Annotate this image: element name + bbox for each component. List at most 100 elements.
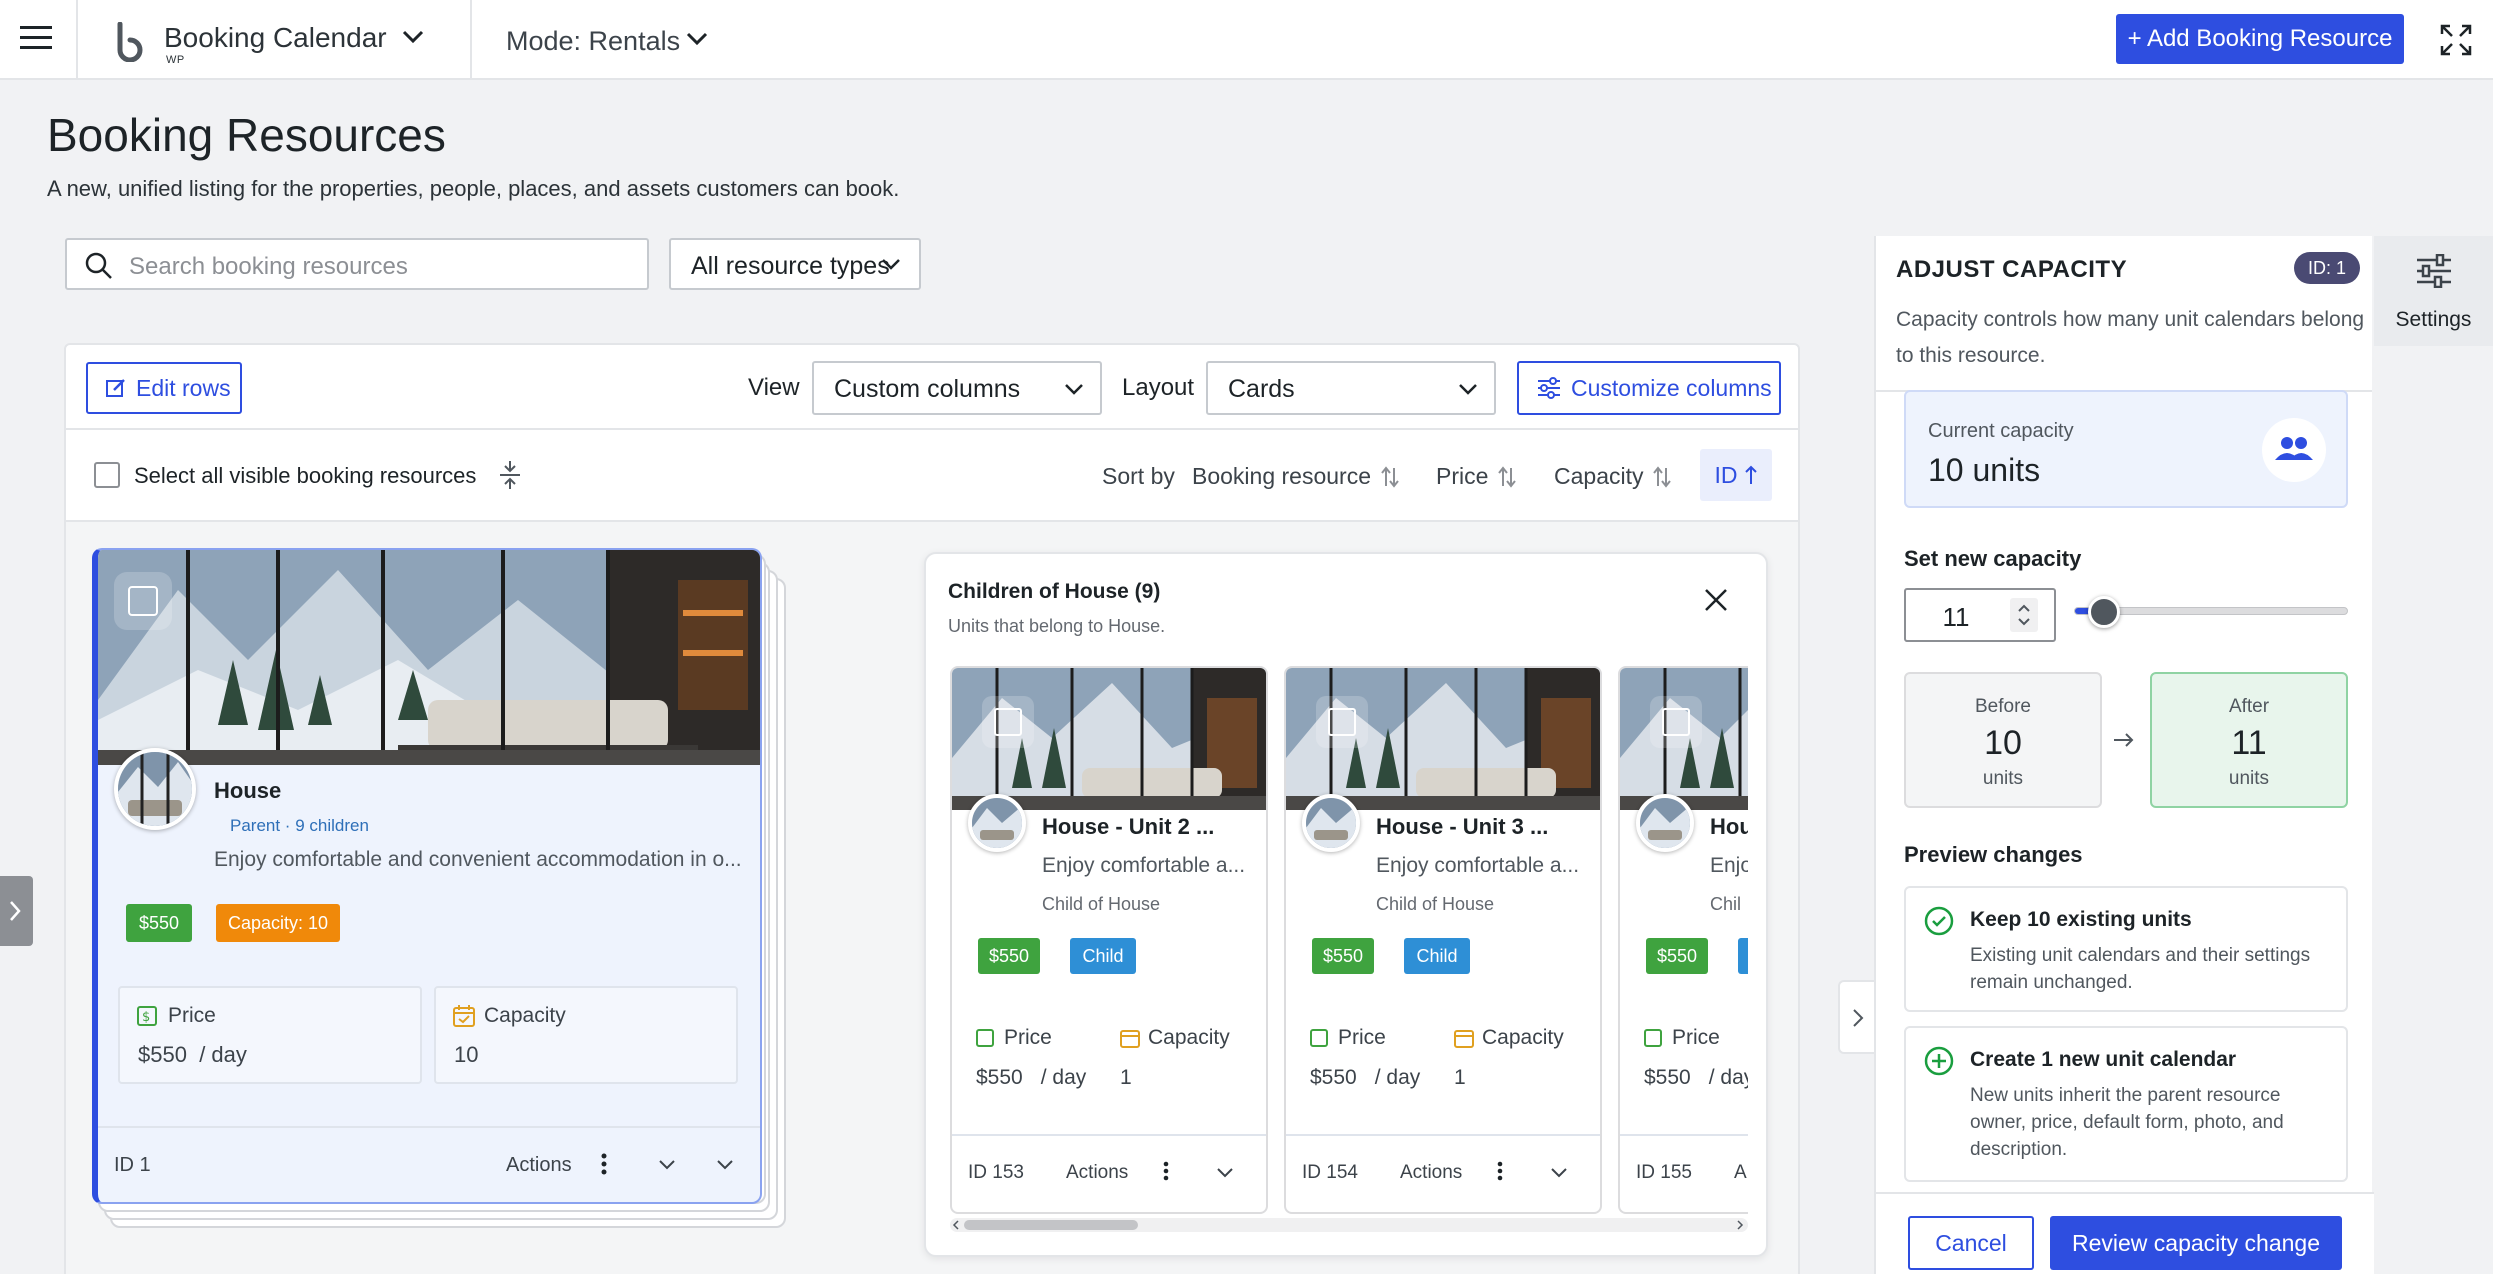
child-parent-label: Child of House xyxy=(1376,894,1495,914)
card-select-checkbox[interactable] xyxy=(128,586,158,616)
after-label: After xyxy=(2228,696,2270,717)
keep-units-title: Keep 10 existing units xyxy=(1970,908,2192,931)
price-amount: $550 xyxy=(1644,1066,1691,1089)
edit-rows-label: Edit rows xyxy=(136,374,231,401)
view-label: View xyxy=(748,374,800,401)
expand-card-icon[interactable] xyxy=(716,1159,734,1171)
capacity-label: Capacity xyxy=(1482,1026,1564,1049)
more-vertical-icon[interactable] xyxy=(1496,1160,1504,1182)
page-title: Booking Resources xyxy=(47,109,446,161)
child-id: ID 154 xyxy=(1302,1162,1358,1183)
resource-type-select[interactable]: All resource types xyxy=(669,238,921,290)
settings-label: Settings xyxy=(2395,308,2472,331)
expand-icon[interactable] xyxy=(2440,24,2472,56)
child-title[interactable]: Hou xyxy=(1710,814,1748,840)
child-card[interactable]: Hou Enjo Chil $550 Price $550 / day ID 15… xyxy=(1618,666,1748,1214)
more-vertical-icon[interactable] xyxy=(1162,1160,1170,1182)
child-select-checkbox[interactable] xyxy=(994,708,1022,736)
price-label: Price xyxy=(1004,1026,1052,1049)
actions-label[interactable]: Actions xyxy=(1400,1162,1462,1184)
divider xyxy=(952,1134,1266,1136)
create-unit-text: New units inherit the parent resource ow… xyxy=(1970,1085,2284,1160)
close-icon[interactable] xyxy=(1704,588,1728,612)
capacity-input-value: 11 xyxy=(1942,602,1970,632)
settings-tab[interactable]: Settings xyxy=(2374,236,2493,346)
actions-label[interactable]: Actions xyxy=(506,1154,572,1177)
app-title[interactable]: Booking Calendar xyxy=(164,22,387,54)
chevron-down-icon xyxy=(1458,383,1478,395)
hamburger-icon[interactable] xyxy=(20,24,52,52)
left-panel-toggle[interactable] xyxy=(0,876,33,946)
price-unit: / day xyxy=(199,1042,247,1067)
capacity-number-input[interactable]: 11 xyxy=(1904,588,2056,642)
before-unit: units xyxy=(1982,768,2024,789)
child-title[interactable]: House - Unit 3 ... xyxy=(1376,814,1548,840)
capacity-slider-thumb[interactable] xyxy=(2088,596,2120,628)
arrow-up-icon xyxy=(1744,465,1758,485)
search-placeholder: Search booking resources xyxy=(129,253,408,280)
side-panel-collapse-toggle[interactable] xyxy=(1838,980,1876,1054)
child-title[interactable]: House - Unit 2 ... xyxy=(1042,814,1214,840)
scroll-left-icon[interactable] xyxy=(952,1220,960,1230)
price-stat-label: Price xyxy=(976,1026,1052,1050)
chevron-down-icon[interactable] xyxy=(686,32,708,46)
card-meta: Parent · 9 children xyxy=(230,816,369,835)
scroll-right-icon[interactable] xyxy=(1736,1220,1744,1230)
sort-arrows-icon xyxy=(1381,465,1399,488)
search-input[interactable]: Search booking resources xyxy=(65,238,649,290)
edit-rows-button[interactable]: Edit rows xyxy=(86,362,242,414)
before-label: Before xyxy=(1975,696,2031,717)
mode-selector[interactable]: Mode: Rentals xyxy=(506,26,680,57)
create-unit-preview: Create 1 new unit calendar New units inh… xyxy=(1904,1026,2348,1182)
select-all-checkbox[interactable] xyxy=(94,462,120,488)
actions-label[interactable]: Actions xyxy=(1066,1162,1128,1184)
scrollbar-thumb[interactable] xyxy=(964,1220,1138,1230)
price-unit: / day xyxy=(1708,1066,1748,1089)
sort-id[interactable]: ID xyxy=(1700,449,1772,501)
more-vertical-icon[interactable] xyxy=(600,1152,608,1176)
add-booking-resource-button[interactable]: + Add Booking Resource xyxy=(2116,14,2404,64)
after-value: 11 xyxy=(2231,724,2267,762)
keep-units-preview: Keep 10 existing units Existing unit cal… xyxy=(1904,886,2348,1012)
child-select-checkbox[interactable] xyxy=(1662,708,1690,736)
sort-by-label: Sort by xyxy=(1102,463,1175,489)
collapse-rows-icon[interactable] xyxy=(498,460,522,490)
sort-price[interactable]: Price xyxy=(1436,463,1517,490)
child-select-checkbox[interactable] xyxy=(1328,708,1356,736)
price-amount: $550 xyxy=(1310,1066,1357,1089)
resource-card-house[interactable]: House Parent · 9 children Enjoy comforta… xyxy=(92,548,762,1204)
select-all-label: Select all visible booking resources xyxy=(134,463,477,488)
svg-text:$: $ xyxy=(142,1010,150,1025)
before-value: 10 xyxy=(1984,724,2022,762)
cancel-button[interactable]: Cancel xyxy=(1908,1216,2034,1270)
chevron-down-icon[interactable] xyxy=(658,1159,676,1171)
panel-description: Capacity controls how many unit calendar… xyxy=(1896,308,2365,367)
top-bar: Booking Calendar WP Mode: Rentals + Add … xyxy=(0,0,2493,80)
chevron-down-icon[interactable] xyxy=(1216,1167,1234,1179)
panel-footer: Cancel Review capacity change xyxy=(1876,1192,2374,1274)
child-badge: Child xyxy=(1070,938,1136,974)
sort-capacity[interactable]: Capacity xyxy=(1554,463,1672,490)
chevron-down-icon[interactable] xyxy=(402,30,424,44)
before-capacity-card: Before 10 units xyxy=(1904,672,2102,808)
layout-select[interactable]: Cards xyxy=(1206,361,1496,415)
page-subtitle: A new, unified listing for the propertie… xyxy=(47,176,900,201)
price-label: Price xyxy=(168,1004,216,1027)
review-capacity-change-button[interactable]: Review capacity change xyxy=(2050,1216,2342,1270)
price-badge: $550 xyxy=(1312,938,1374,974)
capacity-value: 10 xyxy=(454,1042,479,1067)
number-stepper[interactable] xyxy=(2010,598,2038,632)
sort-booking-resource[interactable]: Booking resource xyxy=(1192,463,1399,490)
customize-columns-button[interactable]: Customize columns xyxy=(1517,361,1781,415)
price-value: $550 / day xyxy=(1644,1066,1748,1090)
chevron-down-icon[interactable] xyxy=(1550,1167,1568,1179)
price-label: Price xyxy=(1672,1026,1720,1049)
card-title[interactable]: House xyxy=(214,778,281,804)
view-select[interactable]: Custom columns xyxy=(812,361,1102,415)
sort-price-label: Price xyxy=(1436,463,1489,489)
actions-label[interactable]: A xyxy=(1734,1162,1747,1184)
child-card[interactable]: House - Unit 2 ... Enjoy comfortable a..… xyxy=(950,666,1268,1214)
child-photo xyxy=(952,668,1266,810)
child-card[interactable]: House - Unit 3 ... Enjoy comfortable a..… xyxy=(1284,666,1602,1214)
horizontal-scrollbar[interactable] xyxy=(950,1218,1748,1232)
